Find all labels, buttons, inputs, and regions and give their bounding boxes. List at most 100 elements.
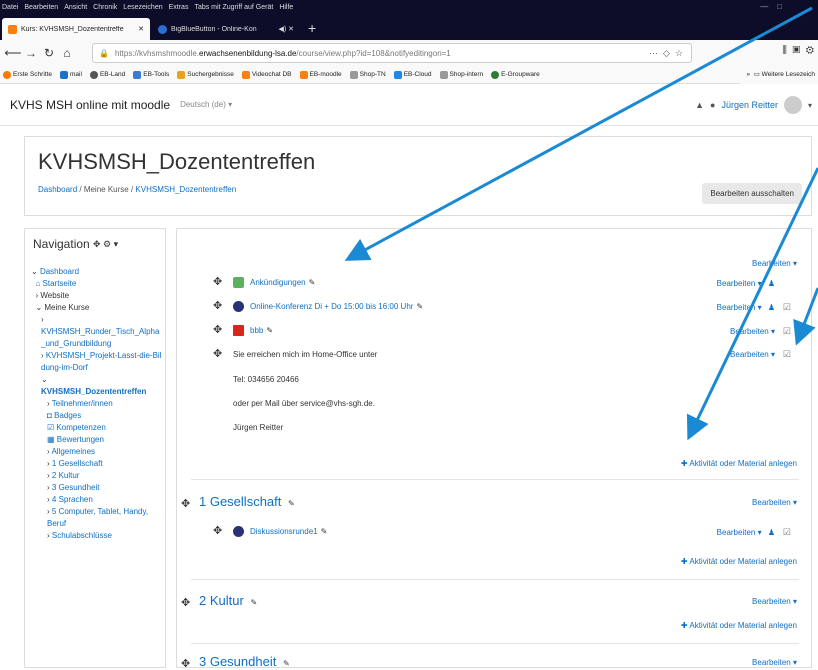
nav-badges[interactable]: ◘ Badges [31,410,163,422]
chevron-down-icon[interactable]: ▾ [808,101,812,110]
bookmark-item[interactable]: Suchergebnisse [177,70,234,79]
completion-checkbox-icon[interactable]: ☑ [783,349,791,360]
audio-icon[interactable]: ◀) ✕ [278,25,294,33]
move-icon[interactable]: ✥ [213,323,222,336]
menu-chronik[interactable]: Chronik [93,4,117,11]
bell-icon[interactable]: ▲ [695,100,704,110]
bookmark-item[interactable]: Shop-TN [349,70,386,79]
move-icon[interactable]: ✥ [181,497,190,510]
menu-hilfe[interactable]: Hilfe [279,4,293,11]
nav-course-runder-tisch[interactable]: › KVHSMSH_Runder_Tisch_Alpha_und_Grundbil… [31,314,163,350]
avatar[interactable] [783,96,802,114]
bookmark-item[interactable]: E-Groupware [491,70,540,79]
section-edit-menu[interactable]: Bearbeiten ▾ [752,498,797,507]
page-actions-icon[interactable]: ··· ◇ ☆ [649,48,683,59]
minimize-icon[interactable]: — □ [760,2,782,11]
pencil-icon[interactable]: ✎ [321,527,328,536]
bookmark-item[interactable]: Erste Schritte [3,70,52,79]
menu-lesezeichen[interactable]: Lesezeichen [123,4,162,11]
bookmark-item[interactable]: Videochat DB [241,70,292,79]
activity-diskussionsrunde[interactable]: Diskussionsrunde1 ✎ [233,526,327,537]
breadcrumb-dashboard[interactable]: Dashboard [38,185,77,194]
url-bar[interactable]: 🔒 https://kvhsmshmoodle. erwachsenenbildu… [92,43,692,63]
nav-startseite[interactable]: ⌂ Startseite [31,278,163,290]
breadcrumb-meine-kurse[interactable]: Meine Kurse [84,185,129,194]
home-icon[interactable]: ⌂ [58,46,76,60]
nav-website[interactable]: › Website [31,290,163,302]
nav-allgemeines[interactable]: › Allgemeines [31,446,163,458]
activity-edit-menu[interactable]: Bearbeiten ▾ ♟ [717,528,775,537]
nav-course-dozententreffen[interactable]: ⌄ KVHSMSH_Dozententreffen [31,374,163,398]
nav-gesundheit[interactable]: › 3 Gesundheit [31,482,163,494]
block-controls-icon[interactable]: ✥ ⚙ ▾ [93,239,118,250]
language-menu[interactable]: Deutsch (de) ▾ [180,100,232,109]
reload-icon[interactable]: ↻ [40,46,58,60]
nav-sprachen[interactable]: › 4 Sprachen [31,494,163,506]
activity-link[interactable]: Ankündigungen [250,278,306,287]
menu-datei[interactable]: Datei [2,4,18,11]
browser-tab-course[interactable]: Kurs: KVHSMSH_Dozententreffe ✕ [2,18,150,40]
back-icon[interactable]: ⟵ [4,46,22,60]
section-edit-menu[interactable]: Bearbeiten ▾ [752,658,797,667]
bookmark-item[interactable]: Shop-intern [439,70,483,79]
new-tab-icon[interactable]: + [308,20,316,36]
activity-edit-menu[interactable]: Bearbeiten ▾ [730,327,775,336]
pencil-icon[interactable]: ✎ [288,499,295,508]
bookmark-item[interactable]: EB-Land [89,70,125,79]
activity-bbb[interactable]: bbb ✎ [233,325,273,336]
bookmark-item[interactable]: mail [60,70,82,79]
label-edit-menu[interactable]: Bearbeiten ▾ [730,350,775,359]
completion-checkbox-icon[interactable]: ☑ [783,302,791,313]
pencil-icon[interactable]: ✎ [309,278,316,287]
breadcrumb-course[interactable]: KVHSMSH_Dozententreffen [135,185,236,194]
add-activity-link[interactable]: ✚ Aktivität oder Material anlegen [681,621,797,630]
nav-computer[interactable]: › 5 Computer, Tablet, Handy, Beruf [31,506,163,530]
user-name[interactable]: Jürgen Reitter [721,100,778,110]
nav-teilnehmer[interactable]: › Teilnehmer/innen [31,398,163,410]
menu-tabs[interactable]: Tabs mit Zugriff auf Gerät [194,4,273,11]
more-bookmarks[interactable]: » ▭ Weitere Lesezeich [740,66,818,84]
move-icon[interactable]: ✥ [213,347,222,360]
bookmark-item[interactable]: EB-Tools [133,70,169,79]
menu-bearbeiten[interactable]: Bearbeiten [24,4,58,11]
add-activity-link[interactable]: ✚ Aktivität oder Material anlegen [681,459,797,468]
nav-schulabschluesse[interactable]: › Schulabschlüsse [31,530,163,542]
activity-link[interactable]: bbb [250,326,263,335]
menu-extras[interactable]: Extras [169,4,189,11]
menu-ansicht[interactable]: Ansicht [64,4,87,11]
activity-edit-menu[interactable]: Bearbeiten ▾ ♟ [717,303,775,312]
completion-checkbox-icon[interactable]: ☑ [783,326,791,337]
activity-ankuendigungen[interactable]: Ankündigungen ✎ [233,277,315,288]
activity-link[interactable]: Diskussionsrunde1 [250,527,318,536]
bookmark-item[interactable]: EB-Cloud [393,70,432,79]
activity-edit-menu[interactable]: Bearbeiten ▾ ♟ [717,279,775,288]
section-edit-menu[interactable]: Bearbeiten ▾ [752,597,797,606]
move-icon[interactable]: ✥ [213,299,222,312]
nav-course-projekt[interactable]: › KVHSMSH_Projekt-Lasst-die-Bildung-im-D… [31,350,163,374]
pencil-icon[interactable]: ✎ [416,302,423,311]
bookmark-item[interactable]: EB-moodle [299,70,342,79]
pencil-icon[interactable]: ✎ [250,598,257,607]
nav-gesellschaft[interactable]: › 1 Gesellschaft [31,458,163,470]
nav-kultur[interactable]: › 2 Kultur [31,470,163,482]
nav-bewertungen[interactable]: ▦ Bewertungen [31,434,163,446]
move-icon[interactable]: ✥ [181,657,190,670]
add-activity-link[interactable]: ✚ Aktivität oder Material anlegen [681,557,797,566]
completion-checkbox-icon[interactable]: ☑ [783,527,791,538]
site-name[interactable]: KVHS MSH online mit moodle [10,98,170,112]
browser-tab-bbb[interactable]: BigBlueButton - Online-Kon ◀) ✕ [152,18,300,40]
library-icon[interactable]: ⫼ ▣ ⚙ [782,45,814,56]
activity-online-konferenz[interactable]: Online-Konferenz Di + Do 15:00 bis 16:00… [233,301,423,312]
close-tab-icon[interactable]: ✕ [138,25,144,33]
move-icon[interactable]: ✥ [181,596,190,609]
section-title[interactable]: 1 Gesellschaft ✎ [199,494,295,509]
forward-icon[interactable]: → [22,46,40,60]
activity-link[interactable]: Online-Konferenz Di + Do 15:00 bis 16:00… [250,302,413,311]
nav-dashboard[interactable]: ⌄ Dashboard [31,266,163,278]
move-icon[interactable]: ✥ [213,524,222,537]
pencil-icon[interactable]: ✎ [266,326,273,335]
chat-icon[interactable]: ● [710,100,715,110]
move-icon[interactable]: ✥ [213,275,222,288]
nav-kompetenzen[interactable]: ☑ Kompetenzen [31,422,163,434]
nav-meine-kurse[interactable]: ⌄ Meine Kurse [31,302,163,314]
